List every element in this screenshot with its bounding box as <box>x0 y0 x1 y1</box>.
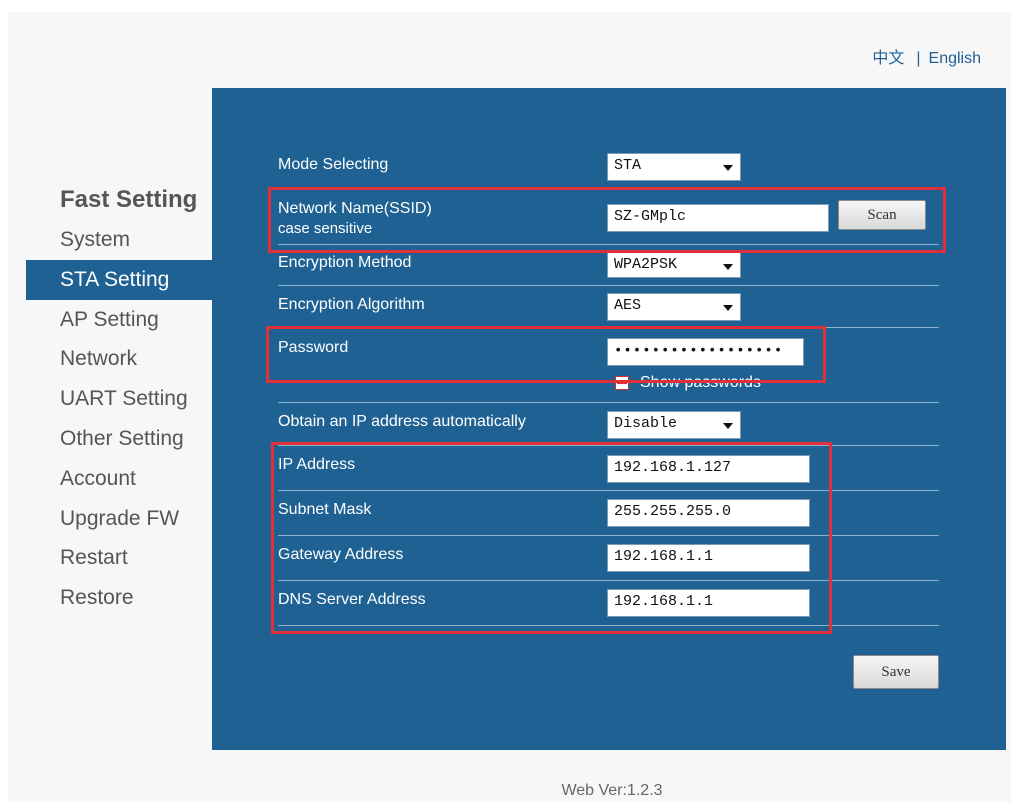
lang-separator: | <box>916 50 921 67</box>
mode-value: STA <box>614 157 642 174</box>
sidebar-item-ap-setting[interactable]: AP Setting <box>26 300 214 340</box>
chevron-down-icon <box>723 423 733 429</box>
encryption-algorithm-label: Encryption Algorithm <box>278 296 425 313</box>
encryption-method-value: WPA2PSK <box>614 256 678 273</box>
lang-english-link[interactable]: English <box>929 50 981 67</box>
version-footer: Web Ver:1.2.3 <box>561 782 663 799</box>
highlight-box-password <box>266 326 826 383</box>
dhcp-value: Disable <box>614 415 678 432</box>
encryption-method-label: Encryption Method <box>278 254 412 271</box>
highlight-box-ssid <box>268 187 946 253</box>
sidebar-item-account[interactable]: Account <box>26 459 214 499</box>
lang-chinese-link[interactable]: 中文 <box>872 50 904 67</box>
encryption-method-select[interactable]: WPA2PSK <box>607 252 741 278</box>
sidebar: Fast Setting System STA Setting AP Setti… <box>26 180 214 618</box>
row-divider <box>278 402 939 403</box>
language-switcher: 中文 | English <box>872 44 981 68</box>
chevron-down-icon <box>723 305 733 311</box>
mode-select[interactable]: STA <box>607 153 741 181</box>
sidebar-item-upgrade-fw[interactable]: Upgrade FW <box>26 499 214 539</box>
sidebar-item-uart-setting[interactable]: UART Setting <box>26 379 214 419</box>
encryption-algorithm-value: AES <box>614 297 642 314</box>
row-divider <box>278 285 939 286</box>
sidebar-item-restart[interactable]: Restart <box>26 538 214 578</box>
sidebar-heading[interactable]: Fast Setting <box>26 180 214 220</box>
mode-label: Mode Selecting <box>278 156 389 173</box>
chevron-down-icon <box>723 165 733 171</box>
dhcp-select[interactable]: Disable <box>607 411 741 439</box>
save-button[interactable]: Save <box>853 655 939 689</box>
sidebar-item-sta-setting[interactable]: STA Setting <box>26 259 214 300</box>
sidebar-item-system[interactable]: System <box>26 220 214 260</box>
sidebar-item-network[interactable]: Network <box>26 339 214 379</box>
highlight-box-ip <box>271 442 832 634</box>
encryption-algorithm-select[interactable]: AES <box>607 293 741 321</box>
chevron-down-icon <box>723 264 733 270</box>
sidebar-item-other-setting[interactable]: Other Setting <box>26 419 214 459</box>
sidebar-item-restore[interactable]: Restore <box>26 578 214 618</box>
dhcp-label: Obtain an IP address automatically <box>278 413 526 430</box>
